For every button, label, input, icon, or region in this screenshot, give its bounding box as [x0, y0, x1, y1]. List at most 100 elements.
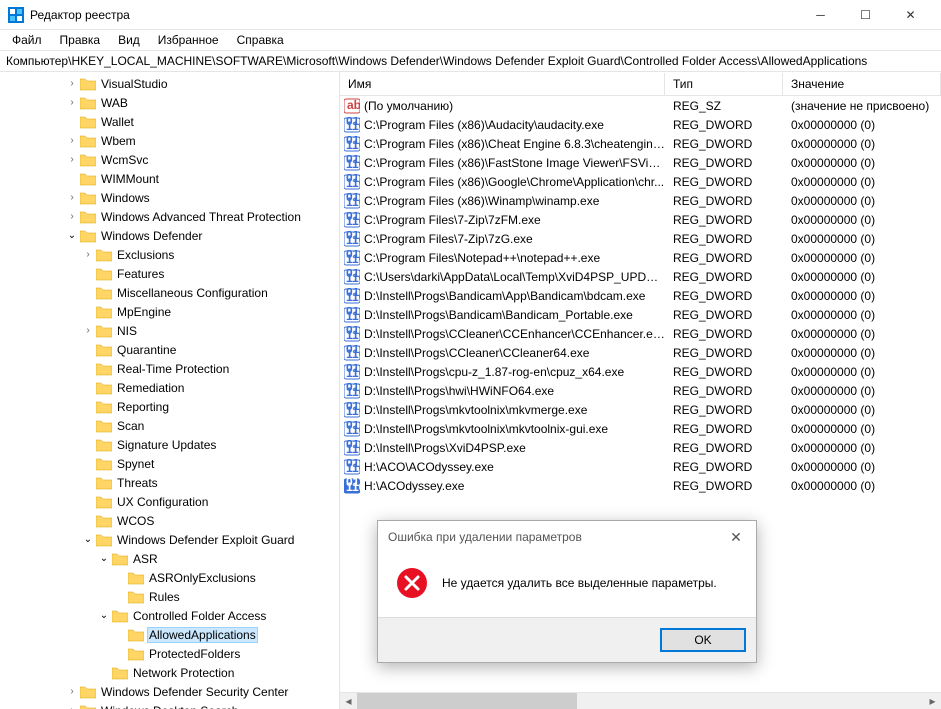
- value-type: REG_DWORD: [665, 270, 783, 284]
- list-row[interactable]: C:\Users\darki\AppData\Local\Temp\XviD4P…: [340, 267, 941, 286]
- tree-item[interactable]: ›Windows Advanced Threat Protection: [0, 207, 339, 226]
- chevron-down-icon[interactable]: ⌄: [96, 610, 112, 621]
- list-row[interactable]: C:\Program Files\Notepad++\notepad++.exe…: [340, 248, 941, 267]
- titlebar: Редактор реестра ─ ☐ ✕: [0, 0, 941, 30]
- list-row[interactable]: D:\Instell\Progs\XviD4PSP.exeREG_DWORD0x…: [340, 438, 941, 457]
- menu-view[interactable]: Вид: [110, 31, 148, 49]
- tree-item[interactable]: UX Configuration: [0, 492, 339, 511]
- tree-item[interactable]: Spynet: [0, 454, 339, 473]
- chevron-right-icon[interactable]: ›: [80, 249, 96, 260]
- value-type: REG_DWORD: [665, 118, 783, 132]
- list-row[interactable]: D:\Instell\Progs\hwi\HWiNFO64.exeREG_DWO…: [340, 381, 941, 400]
- tree-item[interactable]: ›Windows: [0, 188, 339, 207]
- tree-item[interactable]: ⌄Windows Defender: [0, 226, 339, 245]
- menu-help[interactable]: Справка: [229, 31, 292, 49]
- tree-item[interactable]: Signature Updates: [0, 435, 339, 454]
- maximize-button[interactable]: ☐: [843, 1, 888, 29]
- chevron-right-icon[interactable]: ›: [64, 135, 80, 146]
- tree-item[interactable]: ASROnlyExclusions: [0, 568, 339, 587]
- tree-item[interactable]: WCOS: [0, 511, 339, 530]
- tree-item[interactable]: Real-Time Protection: [0, 359, 339, 378]
- scroll-right-icon[interactable]: ▸: [924, 693, 941, 709]
- horizontal-scrollbar[interactable]: ◂ ▸: [340, 692, 941, 709]
- dword-value-icon: [344, 364, 360, 380]
- tree-item[interactable]: Wallet: [0, 112, 339, 131]
- chevron-right-icon[interactable]: ›: [64, 686, 80, 697]
- list-row[interactable]: (По умолчанию)REG_SZ(значение не присвое…: [340, 96, 941, 115]
- tree-item[interactable]: ›Windows Defender Security Center: [0, 682, 339, 701]
- list-row[interactable]: D:\Instell\Progs\mkvtoolnix\mkvmerge.exe…: [340, 400, 941, 419]
- dword-value-icon: [344, 193, 360, 209]
- tree-item[interactable]: AllowedApplications: [0, 625, 339, 644]
- tree-item[interactable]: ProtectedFolders: [0, 644, 339, 663]
- tree-item[interactable]: Miscellaneous Configuration: [0, 283, 339, 302]
- tree-item[interactable]: ⌄Controlled Folder Access: [0, 606, 339, 625]
- chevron-down-icon[interactable]: ⌄: [80, 534, 96, 545]
- list-row[interactable]: D:\Instell\Progs\Bandicam\App\Bandicam\b…: [340, 286, 941, 305]
- list-row[interactable]: C:\Program Files (x86)\Cheat Engine 6.8.…: [340, 134, 941, 153]
- list-row[interactable]: C:\Program Files\7-Zip\7zFM.exeREG_DWORD…: [340, 210, 941, 229]
- chevron-right-icon[interactable]: ›: [64, 211, 80, 222]
- list-row[interactable]: C:\Program Files (x86)\FastStone Image V…: [340, 153, 941, 172]
- value-name: D:\Instell\Progs\hwi\HWiNFO64.exe: [364, 384, 554, 398]
- chevron-right-icon[interactable]: ›: [64, 192, 80, 203]
- tree-item[interactable]: ›Exclusions: [0, 245, 339, 264]
- tree-item[interactable]: Reporting: [0, 397, 339, 416]
- tree-item[interactable]: ›VisualStudio: [0, 74, 339, 93]
- list-row[interactable]: C:\Program Files (x86)\Audacity\audacity…: [340, 115, 941, 134]
- list-row[interactable]: D:\Instell\Progs\cpu-z_1.87-rog-en\cpuz_…: [340, 362, 941, 381]
- tree-item-label: WAB: [99, 96, 130, 110]
- close-button[interactable]: ✕: [888, 1, 933, 29]
- menu-edit[interactable]: Правка: [52, 31, 109, 49]
- chevron-right-icon[interactable]: ›: [64, 705, 80, 709]
- column-type[interactable]: Тип: [665, 73, 783, 95]
- chevron-right-icon[interactable]: ›: [64, 154, 80, 165]
- menu-favorites[interactable]: Избранное: [150, 31, 227, 49]
- menu-file[interactable]: Файл: [4, 31, 50, 49]
- tree-item[interactable]: Threats: [0, 473, 339, 492]
- tree-item[interactable]: WIMMount: [0, 169, 339, 188]
- chevron-down-icon[interactable]: ⌄: [96, 553, 112, 564]
- tree-item[interactable]: Rules: [0, 587, 339, 606]
- tree-item[interactable]: MpEngine: [0, 302, 339, 321]
- tree-item[interactable]: ⌄Windows Defender Exploit Guard: [0, 530, 339, 549]
- value-data: 0x00000000 (0): [783, 156, 941, 170]
- chevron-right-icon[interactable]: ›: [80, 325, 96, 336]
- tree-item[interactable]: ⌄ASR: [0, 549, 339, 568]
- list-row[interactable]: C:\Program Files (x86)\Winamp\winamp.exe…: [340, 191, 941, 210]
- list-row[interactable]: C:\Program Files (x86)\Google\Chrome\App…: [340, 172, 941, 191]
- tree-pane[interactable]: ›VisualStudio›WABWallet›Wbem›WcmSvcWIMMo…: [0, 72, 340, 709]
- chevron-right-icon[interactable]: ›: [64, 97, 80, 108]
- tree-item[interactable]: Network Protection: [0, 663, 339, 682]
- tree-item[interactable]: Features: [0, 264, 339, 283]
- chevron-right-icon[interactable]: ›: [64, 78, 80, 89]
- list-row[interactable]: D:\Instell\Progs\CCleaner\CCleaner64.exe…: [340, 343, 941, 362]
- folder-icon: [96, 305, 112, 319]
- value-data: 0x00000000 (0): [783, 422, 941, 436]
- list-row[interactable]: D:\Instell\Progs\mkvtoolnix\mkvtoolnix-g…: [340, 419, 941, 438]
- tree-item[interactable]: ›Wbem: [0, 131, 339, 150]
- dialog-close-button[interactable]: ✕: [726, 529, 746, 546]
- ok-button[interactable]: OK: [660, 628, 746, 652]
- folder-icon: [80, 191, 96, 205]
- list-row[interactable]: C:\Program Files\7-Zip\7zG.exeREG_DWORD0…: [340, 229, 941, 248]
- minimize-button[interactable]: ─: [798, 1, 843, 29]
- tree-item[interactable]: ›NIS: [0, 321, 339, 340]
- list-row[interactable]: H:\ACO\ACOdyssey.exeREG_DWORD0x00000000 …: [340, 457, 941, 476]
- chevron-down-icon[interactable]: ⌄: [64, 230, 80, 241]
- tree-item[interactable]: Quarantine: [0, 340, 339, 359]
- tree-item[interactable]: ›WcmSvc: [0, 150, 339, 169]
- address-bar[interactable]: Компьютер\HKEY_LOCAL_MACHINE\SOFTWARE\Mi…: [0, 50, 941, 72]
- list-row[interactable]: H:\ACOdyssey.exeREG_DWORD0x00000000 (0): [340, 476, 941, 495]
- tree-item[interactable]: Remediation: [0, 378, 339, 397]
- tree-item-label: AllowedApplications: [147, 627, 258, 643]
- scroll-thumb[interactable]: [357, 693, 577, 709]
- list-row[interactable]: D:\Instell\Progs\Bandicam\Bandicam_Porta…: [340, 305, 941, 324]
- list-row[interactable]: D:\Instell\Progs\CCleaner\CCEnhancer\CCE…: [340, 324, 941, 343]
- tree-item[interactable]: Scan: [0, 416, 339, 435]
- column-value[interactable]: Значение: [783, 73, 941, 95]
- tree-item[interactable]: › WAB: [0, 93, 339, 112]
- scroll-left-icon[interactable]: ◂: [340, 693, 357, 709]
- tree-item[interactable]: ›Windows Desktop Search: [0, 701, 339, 709]
- column-name[interactable]: Имя: [340, 73, 665, 95]
